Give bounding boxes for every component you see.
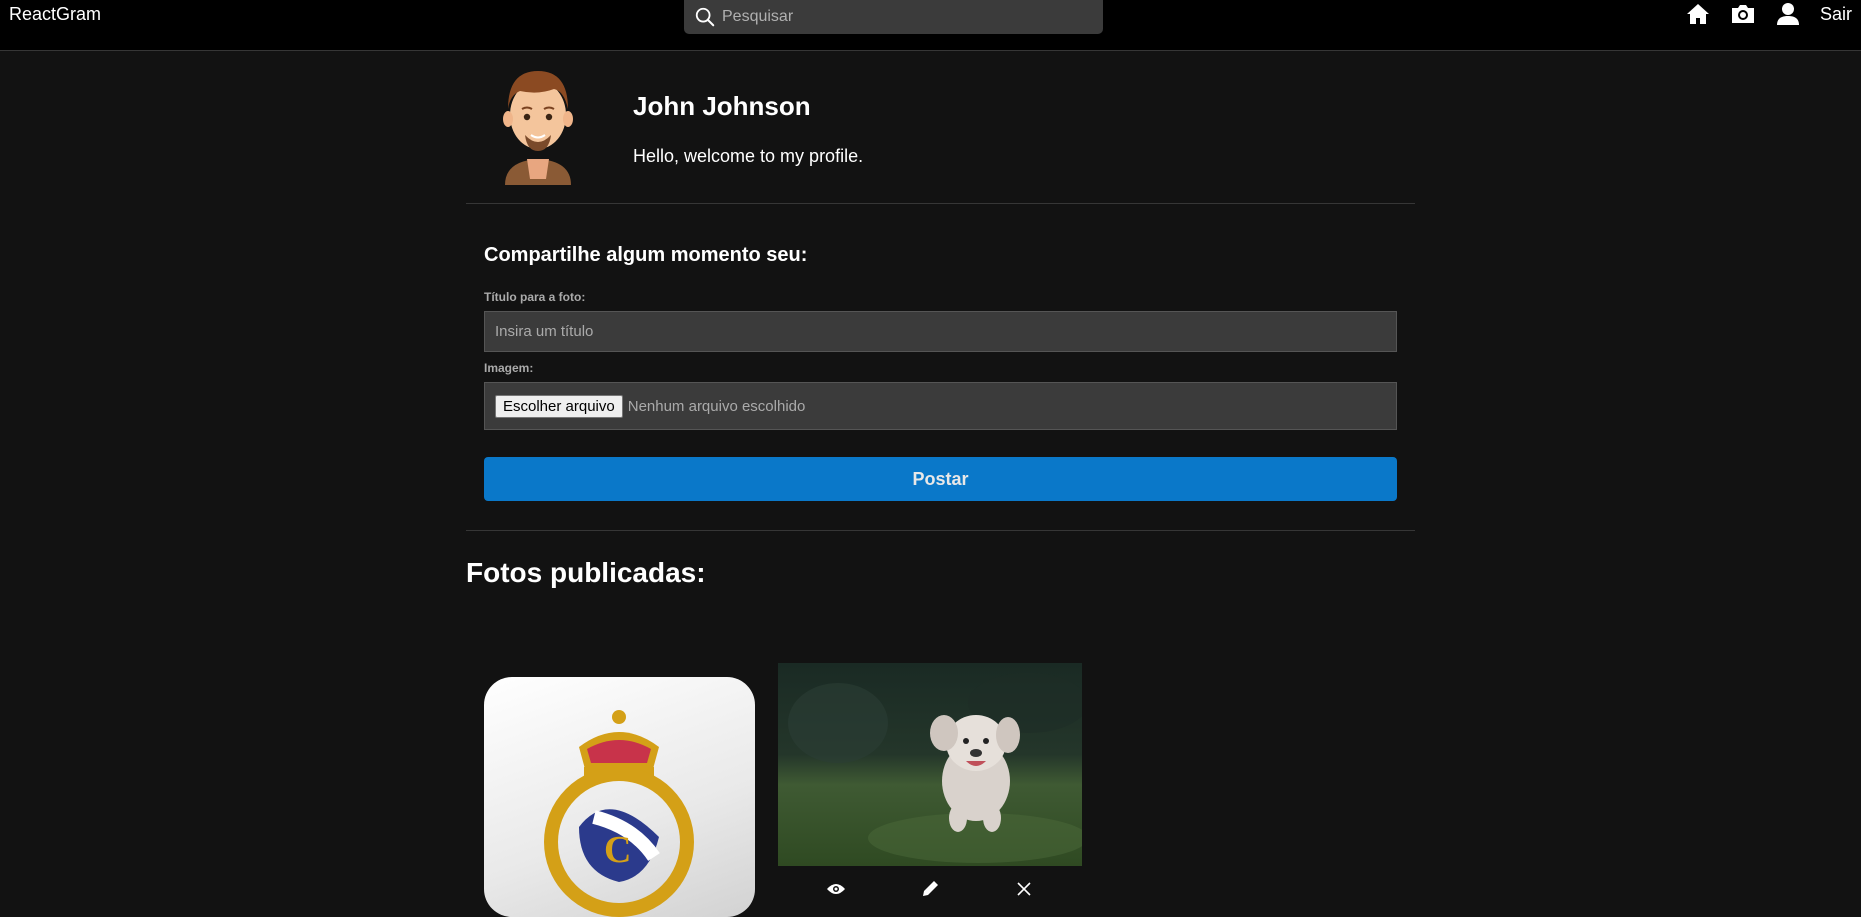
- search-box[interactable]: [684, 0, 1103, 34]
- file-status: Nenhum arquivo escolhido: [627, 397, 806, 415]
- logout-link[interactable]: Sair: [1820, 4, 1852, 25]
- camera-icon[interactable]: [1730, 1, 1756, 27]
- eye-icon[interactable]: [824, 877, 848, 901]
- nav-links: Sair: [1666, 0, 1861, 28]
- photo-actions: [778, 877, 1082, 903]
- user-icon[interactable]: [1775, 1, 1801, 27]
- image-file-input[interactable]: Escolher arquivo Nenhum arquivo escolhid…: [484, 382, 1397, 430]
- post-button[interactable]: Postar: [484, 457, 1397, 501]
- search-input[interactable]: [722, 8, 1082, 26]
- photos-heading: Fotos publicadas:: [466, 557, 706, 588]
- brand-logo[interactable]: ReactGram: [9, 4, 101, 25]
- close-icon[interactable]: [1012, 877, 1036, 901]
- avatar: [503, 71, 573, 185]
- search-icon: [695, 7, 715, 27]
- photo-thumbnail[interactable]: C: [484, 677, 755, 917]
- choose-file-button[interactable]: Escolher arquivo: [495, 394, 623, 418]
- crest-image: C: [544, 710, 694, 917]
- svg-text:C: C: [604, 829, 631, 871]
- home-icon[interactable]: [1685, 1, 1711, 27]
- profile-name: John Johnson: [633, 91, 811, 121]
- profile-bio: Hello, welcome to my profile.: [633, 146, 864, 166]
- profile-header: John Johnson Hello, welcome to my profil…: [466, 51, 1415, 204]
- title-label: Título para a foto:: [484, 290, 586, 304]
- dog-image: [778, 663, 1082, 866]
- image-label: Imagem:: [484, 361, 534, 375]
- top-navbar: ReactGram Sair: [0, 0, 1861, 51]
- photo-title-input[interactable]: [484, 311, 1397, 352]
- photo-thumbnail[interactable]: [778, 663, 1082, 866]
- profile-page: John Johnson Hello, welcome to my profil…: [466, 51, 1415, 917]
- pencil-icon[interactable]: [918, 877, 942, 901]
- form-heading: Compartilhe algum momento seu:: [484, 244, 808, 266]
